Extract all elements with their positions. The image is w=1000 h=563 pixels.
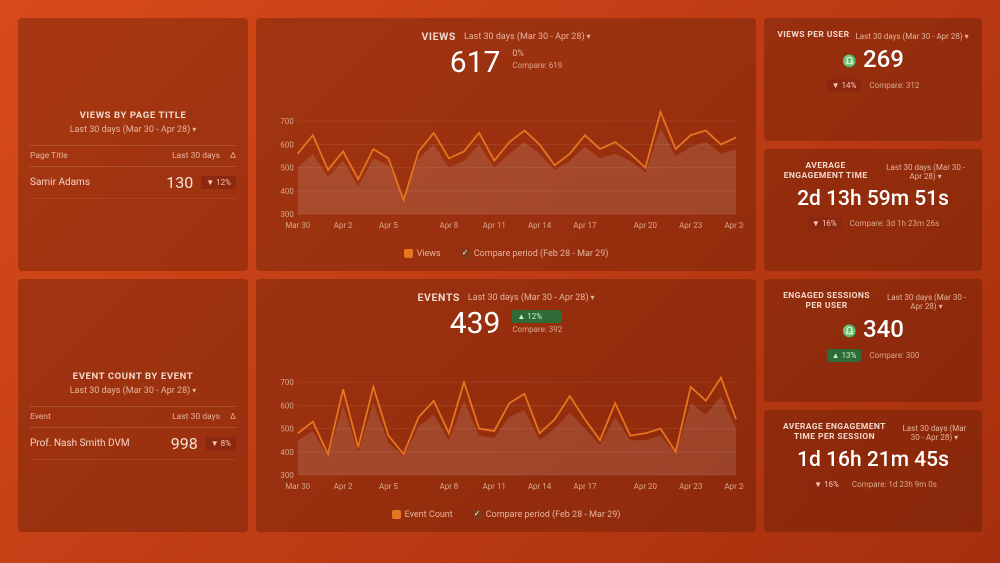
user-icon: ♎ [842,324,857,338]
row-value: 998 [171,434,198,453]
card-title: VIEWS [421,30,456,43]
card-title: VIEWS PER USER [777,30,849,41]
svg-text:500: 500 [280,425,293,434]
svg-text:Apr 2: Apr 2 [334,482,353,491]
compare-value: Compare: 619 [512,61,562,70]
delta-badge: ▼ 8% [206,437,236,450]
events-value: 439 [450,306,501,341]
views-chart: 300 400 500 600 700 Mar 30 Apr 2 Apr 5 Apr 8 Apr … [268,80,744,245]
compare-value: Compare: 3d 1h 23m 26s [850,219,939,228]
svg-text:Apr 26: Apr 26 [724,482,744,491]
table-header: Page Title Last 30 days Δ [30,145,236,167]
svg-text:Apr 26: Apr 26 [724,221,744,230]
svg-text:700: 700 [280,378,293,387]
svg-text:Apr 5: Apr 5 [379,482,398,491]
legend-compare[interactable]: Compare period (Feb 28 - Mar 29) [473,510,621,520]
date-range-dropdown[interactable]: Last 30 days (Mar 30 - Apr 28) [883,293,970,311]
delta-badge: ▼ 16% [807,217,842,230]
chart-legend: Views Compare period (Feb 28 - Mar 29) [268,249,744,259]
date-range-dropdown[interactable]: Last 30 days (Mar 30 - Apr 28) [881,163,970,181]
delta-value: 0% [512,49,562,59]
date-range-dropdown[interactable]: Last 30 days (Mar 30 - Apr 28) [855,32,968,41]
svg-text:700: 700 [280,117,293,126]
svg-text:Apr 14: Apr 14 [528,221,552,230]
col-name: Event [30,412,51,422]
svg-text:Apr 17: Apr 17 [573,221,597,230]
svg-text:400: 400 [280,187,293,196]
svg-text:500: 500 [280,164,293,173]
svg-text:Apr 5: Apr 5 [379,221,398,230]
compare-value: Compare: 392 [512,325,562,334]
svg-text:Apr 8: Apr 8 [440,221,459,230]
date-range-dropdown[interactable]: Last 30 days (Mar 30 - Apr 28) [464,32,591,42]
svg-text:Apr 11: Apr 11 [483,221,506,230]
legend-compare[interactable]: Compare period (Feb 28 - Mar 29) [461,249,609,259]
compare-value: Compare: 1d 23h 9m 0s [852,480,937,489]
user-icon: ♎ [842,54,857,68]
views-value: 617 [450,45,501,80]
svg-text:600: 600 [280,140,293,149]
date-range-dropdown[interactable]: Last 30 days (Mar 30 - Apr 28) [30,125,236,135]
event-count-by-event-card: EVENT COUNT BY EVENT Last 30 days (Mar 3… [18,279,248,532]
metric-value: 2d 13h 59m 51s [776,187,970,211]
row-name: Samir Adams [30,177,90,188]
table-row[interactable]: Prof. Nash Smith DVM 998 ▼ 8% [30,428,236,460]
metric-value: ♎340 [776,315,970,343]
svg-text:Mar 30: Mar 30 [285,482,310,491]
col-delta: Δ [230,412,236,422]
col-value: Last 30 days [172,412,220,422]
date-range-dropdown[interactable]: Last 30 days (Mar 30 - Apr 28) [899,424,970,442]
col-delta: Δ [230,151,236,161]
card-title: EVENT COUNT BY EVENT [30,371,236,382]
card-title: AVERAGE ENGAGEMENT TIME [776,161,875,181]
table-header: Event Last 30 days Δ [30,406,236,428]
card-title: AVERAGE ENGAGEMENT TIME PER SESSION [776,422,893,442]
card-title: VIEWS BY PAGE TITLE [30,110,236,121]
compare-value: Compare: 312 [869,81,919,90]
svg-text:Apr 23: Apr 23 [679,221,702,230]
delta-badge: ▲ 13% [827,349,862,362]
svg-text:Apr 2: Apr 2 [334,221,353,230]
metric-value: 1d 16h 21m 45s [776,448,970,472]
views-by-page-title-card: VIEWS BY PAGE TITLE Last 30 days (Mar 30… [18,18,248,271]
delta-badge: ▼ 14% [827,79,862,92]
events-chart: 300 400 500 600 700 Mar 30 Apr 2 Apr 5 Apr 8 Apr … [268,341,744,506]
svg-text:Apr 8: Apr 8 [440,482,459,491]
delta-badge: ▲ 12% [512,310,562,323]
views-chart-card: VIEWS Last 30 days (Mar 30 - Apr 28) 617… [256,18,756,271]
svg-text:Apr 20: Apr 20 [634,221,657,230]
avg-engagement-session-card: AVERAGE ENGAGEMENT TIME PER SESSION Last… [764,410,982,533]
svg-text:Apr 17: Apr 17 [573,482,597,491]
metric-value: ♎269 [776,45,970,73]
svg-text:Apr 20: Apr 20 [634,482,657,491]
engaged-sessions-card: ENGAGED SESSIONS PER USER Last 30 days (… [764,279,982,402]
compare-value: Compare: 300 [869,351,919,360]
svg-text:Apr 23: Apr 23 [679,482,702,491]
col-value: Last 30 days [172,151,220,161]
svg-text:300: 300 [280,471,293,480]
row-value: 130 [166,173,193,192]
delta-badge: ▼ 12% [201,176,236,189]
svg-text:400: 400 [280,448,293,457]
svg-text:Apr 11: Apr 11 [483,482,506,491]
col-name: Page Title [30,151,68,161]
row-name: Prof. Nash Smith DVM [30,438,130,449]
delta-badge: ▼ 16% [809,478,844,491]
svg-text:Mar 30: Mar 30 [285,221,310,230]
avg-engagement-card: AVERAGE ENGAGEMENT TIME Last 30 days (Ma… [764,149,982,272]
svg-text:Apr 14: Apr 14 [528,482,552,491]
chart-legend: Event Count Compare period (Feb 28 - Mar… [268,510,744,520]
table-row[interactable]: Samir Adams 130 ▼ 12% [30,167,236,199]
views-per-user-card: VIEWS PER USER Last 30 days (Mar 30 - Ap… [764,18,982,141]
date-range-dropdown[interactable]: Last 30 days (Mar 30 - Apr 28) [468,293,595,303]
events-chart-card: EVENTS Last 30 days (Mar 30 - Apr 28) 43… [256,279,756,532]
svg-text:300: 300 [280,210,293,219]
legend-views[interactable]: Views [404,249,441,259]
card-title: EVENTS [417,291,459,304]
date-range-dropdown[interactable]: Last 30 days (Mar 30 - Apr 28) [30,386,236,396]
legend-events[interactable]: Event Count [392,510,453,520]
svg-text:600: 600 [280,401,293,410]
card-title: ENGAGED SESSIONS PER USER [776,291,877,311]
